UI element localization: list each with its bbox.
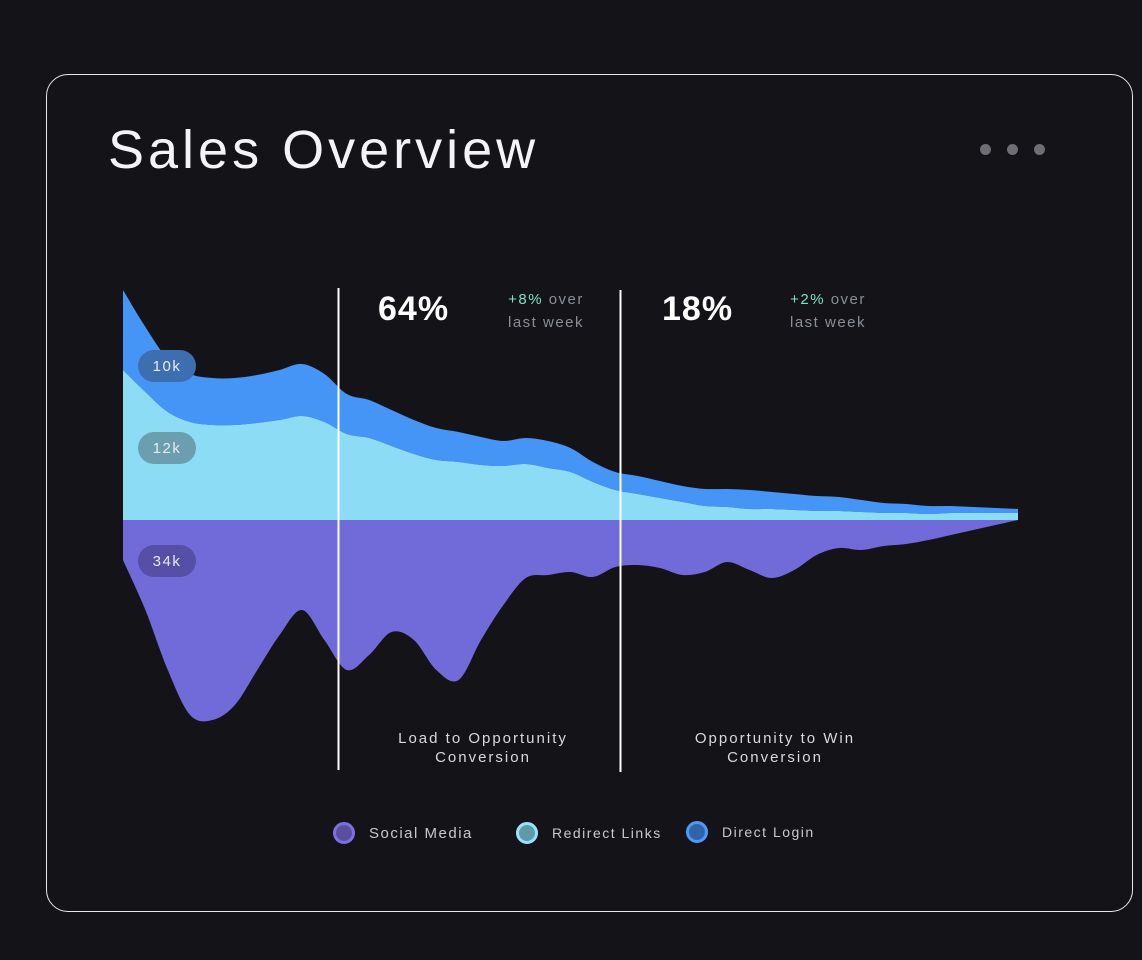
stat-value-lead-conversion: 64% — [378, 290, 450, 328]
legend-label: Social Media — [369, 824, 473, 842]
stage-label-lead-to-opportunity: Load to Opportunity Conversion — [363, 729, 603, 767]
stat-delta: +8% — [508, 291, 544, 308]
chart-areas — [123, 290, 1018, 722]
stat-change-win-conversion: +2% over last week — [778, 288, 878, 334]
legend-label: Direct Login — [722, 824, 815, 840]
stat-delta-suffix: over — [830, 291, 866, 308]
annotation-pill-34k: 34k — [138, 545, 196, 577]
legend-item-social-media[interactable]: Social Media — [333, 822, 473, 844]
stage-label-line1: Load to Opportunity — [398, 730, 568, 747]
stat-delta-suffix: over — [548, 291, 584, 308]
annotation-pill-10k: 10k — [138, 350, 196, 382]
stat-value-win-conversion: 18% — [662, 290, 734, 328]
legend-item-direct-login[interactable]: Direct Login — [686, 821, 815, 843]
stage-label-opportunity-to-win: Opportunity to Win Conversion — [655, 729, 895, 767]
stat-period: last week — [507, 314, 585, 331]
legend-item-redirect-links[interactable]: Redirect Links — [516, 822, 662, 844]
stat-delta: +2% — [790, 291, 826, 308]
annotation-34k: 34k — [152, 552, 182, 570]
stat-change-lead-conversion: +8% over last week — [496, 288, 596, 334]
annotation-pill-12k: 12k — [138, 432, 196, 464]
stage-label-line1: Opportunity to Win — [694, 730, 856, 747]
circle-icon — [333, 822, 355, 844]
area-social-media — [123, 520, 1018, 722]
stat-period: last week — [789, 314, 867, 331]
circle-icon — [516, 822, 538, 844]
circle-icon — [686, 821, 708, 843]
stage-label-line2: Conversion — [435, 749, 531, 766]
annotation-12k: 12k — [152, 439, 182, 457]
stage-label-line2: Conversion — [727, 749, 823, 766]
legend-label: Redirect Links — [552, 825, 662, 841]
annotation-10k: 10k — [152, 357, 182, 375]
sales-funnel-chart — [123, 288, 1018, 772]
